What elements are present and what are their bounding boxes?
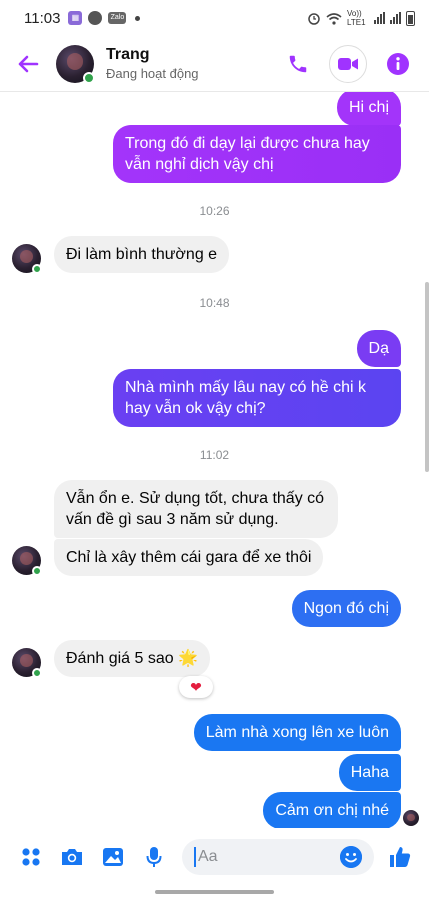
- contact-avatar-small[interactable]: [12, 546, 42, 576]
- message-out[interactable]: Hi chị: [336, 92, 401, 126]
- contact-name: Trang: [106, 46, 150, 63]
- timestamp: 10:26: [199, 204, 230, 218]
- gallery-icon: [102, 848, 123, 866]
- gallery-button[interactable]: [92, 837, 133, 877]
- call-button[interactable]: [273, 39, 323, 89]
- home-indicator[interactable]: [155, 890, 274, 894]
- alarm-icon: [308, 13, 320, 25]
- heart-icon: ❤: [190, 678, 202, 695]
- seen-avatar: [403, 810, 419, 826]
- info-button[interactable]: [373, 39, 423, 89]
- notification-app-icon: ▦: [68, 11, 83, 25]
- back-button[interactable]: [0, 36, 56, 92]
- video-call-button[interactable]: [323, 39, 373, 89]
- online-indicator: [32, 668, 42, 678]
- message-out[interactable]: Ngon đó chị: [291, 590, 401, 627]
- signal-2-icon: [390, 12, 401, 24]
- heart-reaction[interactable]: ❤: [179, 676, 213, 698]
- like-thumb-icon: [390, 847, 411, 867]
- message-out[interactable]: Trong đó đi dạy lại được chưa hay vẫn ng…: [113, 125, 401, 183]
- status-time: 11:03: [24, 9, 61, 27]
- status-bar: 11:03 ▦ Zalo Vo)) LTE1: [0, 0, 429, 36]
- message-input[interactable]: [198, 848, 338, 866]
- phone-icon: [289, 55, 307, 72]
- emoji-button[interactable]: [340, 846, 362, 868]
- message-out[interactable]: Nhà mình mấy lâu nay có hề chi k hay vẫn…: [113, 369, 401, 427]
- message-in[interactable]: Vẫn ổn e. Sử dụng tốt, chưa thấy có vấn …: [54, 480, 338, 538]
- timestamp: 11:02: [199, 448, 230, 462]
- back-arrow-icon: [18, 55, 39, 72]
- signal-icon: [374, 12, 385, 24]
- zalo-notification-icon: Zalo: [108, 12, 127, 24]
- text-caret: [194, 847, 196, 867]
- online-indicator: [83, 71, 95, 84]
- composer: [0, 828, 429, 886]
- online-indicator: [32, 264, 42, 274]
- video-icon: [338, 57, 358, 70]
- presence-status: Đang hoạt động: [106, 66, 199, 81]
- camera-icon: [61, 849, 82, 865]
- voice-button[interactable]: [133, 837, 174, 877]
- online-indicator: [32, 566, 42, 576]
- contact-avatar-small[interactable]: [12, 648, 42, 678]
- network-label: Vo)) LTE1: [347, 9, 366, 27]
- status-right: Vo)) LTE1: [307, 9, 415, 27]
- apps-grid-icon: [21, 848, 40, 866]
- contact-info[interactable]: Trang Đang hoạt động: [106, 46, 273, 81]
- message-out[interactable]: Haha: [338, 754, 401, 791]
- chat-header: Trang Đang hoạt động: [0, 36, 429, 92]
- contact-avatar[interactable]: [56, 44, 95, 84]
- message-out[interactable]: Cảm ơn chị nhé: [263, 792, 401, 828]
- scrollbar[interactable]: [425, 282, 429, 472]
- camera-button[interactable]: [51, 837, 92, 877]
- message-thread[interactable]: Hi chị Trong đó đi dạy lại được chưa hay…: [0, 92, 429, 828]
- message-out[interactable]: Làm nhà xong lên xe luôn: [193, 714, 401, 751]
- battery-icon: [406, 10, 415, 26]
- message-in[interactable]: Đánh giá 5 sao 🌟: [54, 640, 210, 677]
- message-in[interactable]: Đi làm bình thường e: [54, 236, 230, 273]
- message-in[interactable]: Chỉ là xây thêm cái gara để xe thôi: [54, 539, 324, 576]
- messenger-notification-icon: [88, 11, 103, 25]
- more-notifications-dot-icon: [135, 15, 141, 21]
- message-out[interactable]: Dạ: [356, 330, 401, 367]
- contact-avatar-small[interactable]: [12, 244, 42, 274]
- apps-button[interactable]: [10, 837, 51, 877]
- timestamp: 10:48: [199, 296, 230, 310]
- like-button[interactable]: [380, 837, 420, 877]
- wifi-icon: [326, 12, 342, 25]
- info-icon: [387, 52, 409, 75]
- emoji-icon: [340, 846, 362, 868]
- microphone-icon: [146, 847, 161, 867]
